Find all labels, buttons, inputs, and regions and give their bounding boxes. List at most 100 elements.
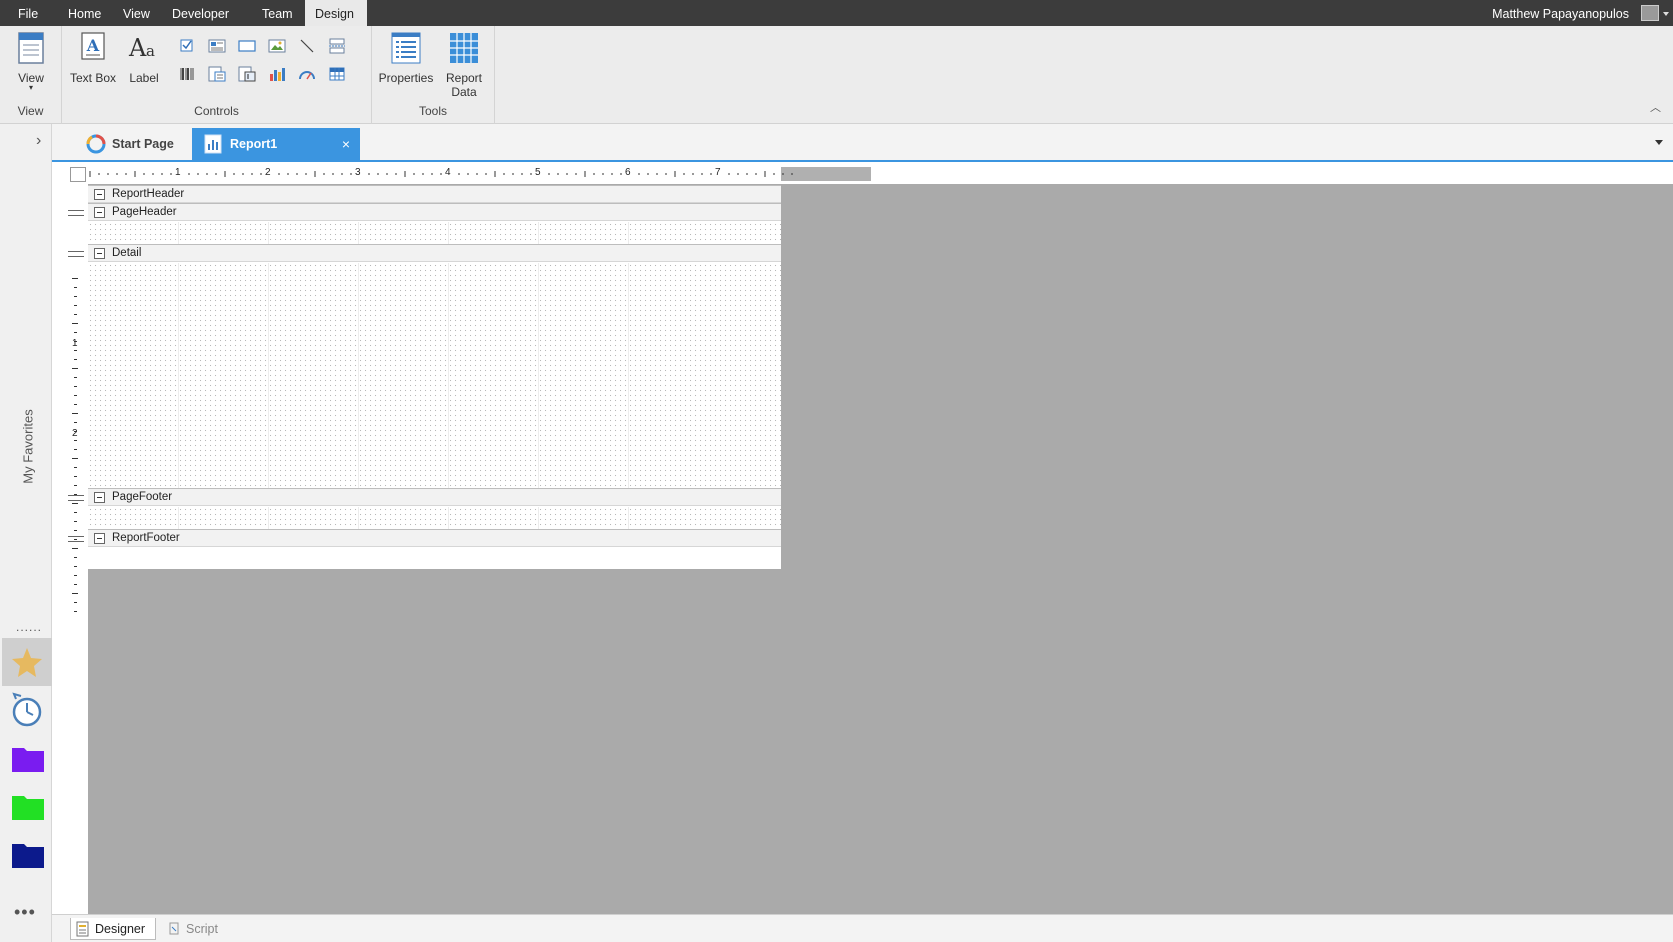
close-icon[interactable]: ×	[342, 128, 350, 160]
band-report-footer[interactable]: ReportFooter	[68, 529, 781, 547]
ruler-v-tick	[72, 368, 78, 369]
detail-body[interactable]	[88, 263, 781, 488]
collapse-toggle-icon[interactable]	[94, 533, 105, 544]
band-page-footer[interactable]: PageFooter	[68, 488, 781, 506]
ruler-v-tick	[72, 503, 78, 504]
ruler-v-tick	[74, 521, 77, 522]
line-icon[interactable]	[298, 38, 316, 54]
ruler-v-tick	[74, 314, 77, 315]
properties-button[interactable]: Properties	[378, 30, 434, 85]
user-avatar-icon[interactable]	[1641, 5, 1659, 21]
svg-text:A: A	[128, 34, 147, 62]
image-icon[interactable]	[268, 38, 286, 54]
band-resize-handle[interactable]	[68, 495, 84, 501]
grid-column-line	[358, 263, 359, 488]
collapse-toggle-icon[interactable]	[94, 492, 105, 503]
menu-file[interactable]: File	[8, 0, 48, 26]
tab-script-label: Script	[186, 922, 218, 936]
tab-script[interactable]: Script	[162, 918, 242, 940]
sidebar-title-text: My Favorites	[20, 409, 36, 484]
band-resize-handle[interactable]	[68, 210, 84, 216]
vertical-ruler: 1 2	[68, 184, 88, 914]
menu-home[interactable]: Home	[58, 0, 111, 26]
collapse-toggle-icon[interactable]	[94, 248, 105, 259]
label-button[interactable]: A a Label	[122, 30, 166, 85]
report-designer-canvas[interactable]: 1 2 3 4 5 6 7 1 2 ReportHeader PageHeade…	[68, 164, 1673, 914]
tab-overflow-caret-icon[interactable]	[1655, 140, 1663, 145]
gauge-icon[interactable]	[298, 66, 316, 82]
report-file-icon	[204, 134, 222, 154]
tab-designer[interactable]: Designer	[70, 918, 156, 940]
ruler-v-tick	[72, 278, 78, 279]
user-menu-caret-icon[interactable]	[1663, 12, 1669, 16]
menu-team[interactable]: Team	[252, 0, 303, 26]
shape-icon[interactable]	[238, 38, 256, 54]
grid-column-line	[268, 507, 269, 529]
ruler-v-tick	[74, 359, 77, 360]
grid-column-line	[538, 507, 539, 529]
svg-text:A: A	[86, 36, 100, 55]
ruler-v-tick	[74, 404, 77, 405]
band-detail[interactable]: Detail	[68, 244, 781, 262]
grid-column-line	[448, 263, 449, 488]
ruler-v-tick	[74, 557, 77, 558]
subreport-icon[interactable]	[208, 66, 226, 82]
view-group-label: View	[17, 104, 44, 118]
sidebar-folder-green[interactable]	[2, 784, 52, 832]
sidebar-expand-chevron-icon[interactable]: ›	[36, 132, 41, 150]
view-button[interactable]: View ▾	[10, 30, 52, 92]
tab-start-page[interactable]: Start Page	[74, 128, 184, 160]
checkbox-icon[interactable]	[178, 38, 196, 54]
tab-report1[interactable]: Report1 ×	[192, 128, 360, 160]
sidebar-more-icon[interactable]: •••	[14, 902, 36, 923]
table-icon[interactable]	[328, 66, 346, 82]
properties-icon	[391, 32, 421, 64]
sidebar-folder-navy[interactable]	[2, 832, 52, 880]
ruler-corner-button[interactable]	[70, 167, 86, 182]
ruler-v-tick	[74, 467, 77, 468]
page-header-body[interactable]	[88, 222, 781, 244]
richtext-icon[interactable]	[208, 38, 226, 54]
pagebreak-icon[interactable]	[328, 38, 346, 54]
sidebar-favorites-star[interactable]	[2, 638, 52, 686]
menu-design[interactable]: Design	[305, 0, 367, 26]
ruler-v-tick	[74, 431, 77, 432]
band-resize-handle[interactable]	[68, 251, 84, 257]
menu-developer[interactable]: Developer	[162, 0, 239, 26]
collapse-toggle-icon[interactable]	[94, 207, 105, 218]
band-page-header[interactable]: PageHeader	[68, 203, 781, 221]
band-report-header[interactable]: ReportHeader	[88, 185, 781, 203]
star-icon	[12, 648, 42, 677]
band-report-header-label: ReportHeader	[112, 188, 185, 200]
sidebar-folder-purple[interactable]	[2, 736, 52, 784]
page-footer-body[interactable]	[88, 507, 781, 529]
ruler-v-tick	[74, 476, 77, 477]
menu-view[interactable]: View	[113, 0, 160, 26]
report-surface[interactable]: ReportHeader PageHeader Detail PageFoote…	[68, 185, 781, 569]
ribbon-group-tools: Properties Report Data Tools	[372, 26, 495, 124]
sidebar-splitter-dots[interactable]: ......	[16, 620, 42, 634]
ruler-v-tick	[74, 332, 77, 333]
sidebar-recent-history[interactable]	[2, 688, 52, 736]
inputfield-icon[interactable]	[238, 66, 256, 82]
ruler-label-7: 7	[715, 167, 721, 178]
collapse-toggle-icon[interactable]	[94, 189, 105, 200]
properties-label: Properties	[378, 71, 434, 85]
ruler-label-2: 2	[265, 167, 271, 178]
grid-column-line	[358, 222, 359, 244]
ruler-margin-shade	[781, 167, 871, 181]
barcode-icon[interactable]	[178, 66, 196, 82]
grid-column-line	[448, 222, 449, 244]
ribbon-collapse-icon[interactable]: ︿	[1650, 99, 1661, 115]
chart-icon[interactable]	[268, 66, 286, 82]
ruler-v-tick	[74, 287, 77, 288]
report-data-button[interactable]: Report Data	[440, 30, 488, 99]
ruler-v-label-2: 2	[72, 428, 78, 439]
folder-icon	[12, 796, 44, 820]
band-resize-handle[interactable]	[68, 536, 84, 542]
grid-column-line	[268, 263, 269, 488]
text-box-button[interactable]: A Text Box	[68, 30, 118, 85]
report-data-label-line1: Report	[445, 71, 483, 85]
menu-bar: File Home View Developer Team Design Mat…	[0, 0, 1673, 26]
user-name[interactable]: Matthew Papayanopulos	[1492, 0, 1629, 28]
